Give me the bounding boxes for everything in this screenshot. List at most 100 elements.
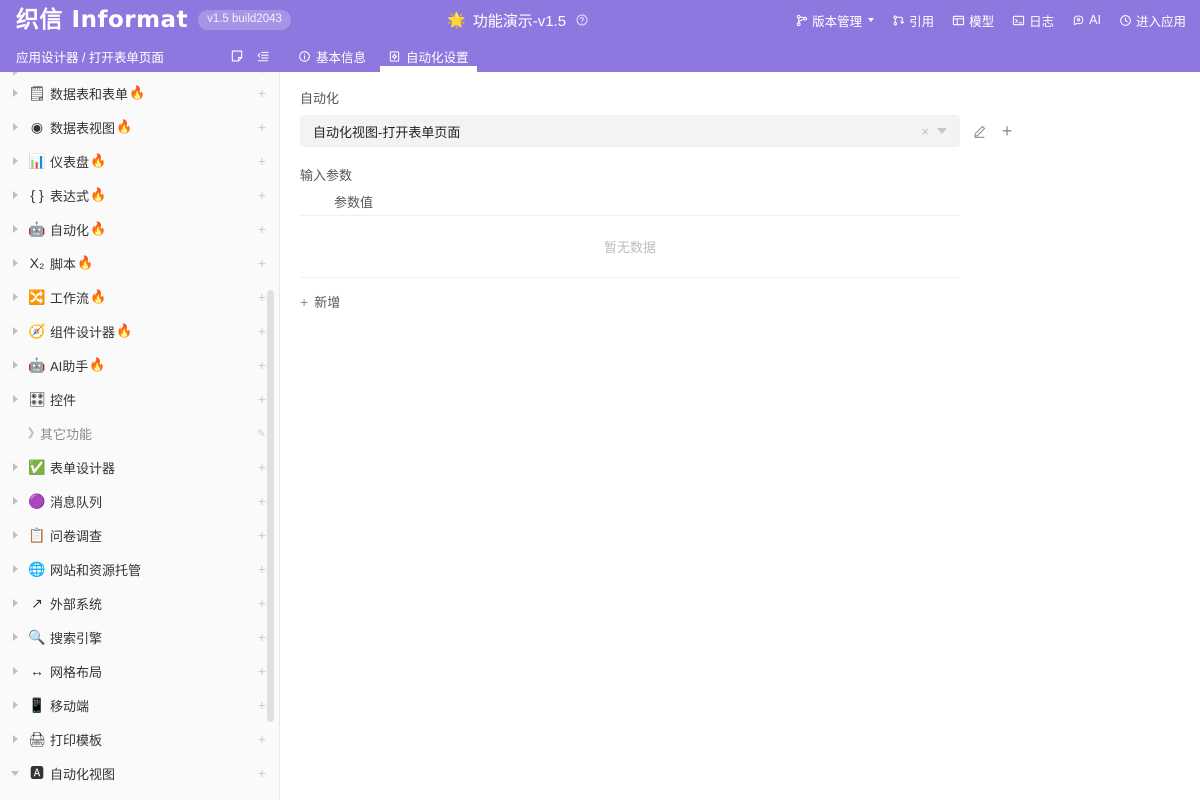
- automation-select[interactable]: 自动化视图-打开表单页面 ×: [300, 115, 960, 147]
- sidebar-item-icon: 🅰: [24, 766, 50, 780]
- reference-icon: [892, 14, 905, 27]
- chevron-right-icon[interactable]: [6, 565, 24, 573]
- chevron-down-icon[interactable]: [6, 771, 24, 776]
- sidebar-item-18[interactable]: ↔网格布局+: [0, 654, 280, 688]
- chevron-right-icon[interactable]: [6, 123, 24, 131]
- params-table-empty: 暂无数据: [300, 216, 960, 278]
- chevron-right-icon[interactable]: [6, 633, 24, 641]
- sidebar-item-8[interactable]: 🧭组件设计器🔥+: [0, 314, 280, 348]
- sidebar-item-icon: 🟣: [24, 494, 50, 508]
- sidebar-item-12[interactable]: ✅表单设计器+: [0, 450, 280, 484]
- sidebar-item-11[interactable]: ❯其它功能✎: [0, 416, 280, 450]
- sidebar-item-7[interactable]: 🔀工作流🔥+: [0, 280, 280, 314]
- plus-icon: +: [300, 295, 308, 309]
- sidebar-item-19[interactable]: 📱移动端+: [0, 688, 280, 722]
- sidebar-scrollbar[interactable]: [267, 72, 274, 800]
- sidebar-item-2[interactable]: ◉数据表视图🔥+: [0, 110, 280, 144]
- sidebar-item-16[interactable]: ↗外部系统+: [0, 586, 280, 620]
- add-automation-button[interactable]: +: [998, 122, 1016, 140]
- input-params-label: 输入参数: [300, 165, 1180, 184]
- sidebar-item-10[interactable]: 🎛控件+: [0, 382, 280, 416]
- chevron-right-icon[interactable]: [6, 191, 24, 199]
- chevron-right-icon[interactable]: [6, 531, 24, 539]
- sidebar-item-icon: ◉: [24, 120, 50, 134]
- topbar-item-reference[interactable]: 引用: [892, 11, 934, 30]
- breadcrumb-icons: [230, 49, 280, 63]
- sidebar-item-14[interactable]: 📋问卷调查+: [0, 518, 280, 552]
- sidebar-item-icon: 🎛: [24, 392, 50, 406]
- sidebar-list: 🔩控件+🗒数据表和表单🔥+◉数据表视图🔥+📊仪表盘🔥+{ }表达式🔥+🤖自动化🔥…: [0, 72, 280, 800]
- topbar-item-log[interactable]: 日志: [1012, 11, 1054, 30]
- sub-header-bar: 应用设计器 / 打开表单页面 基本信息: [0, 40, 1200, 72]
- pencil-icon: [972, 124, 987, 139]
- note-page-icon[interactable]: [230, 49, 244, 63]
- sidebar-item-3[interactable]: 📊仪表盘🔥+: [0, 144, 280, 178]
- chevron-right-icon[interactable]: [6, 361, 24, 369]
- sidebar-item-icon: 🤖: [24, 358, 50, 372]
- topbar-item-ai[interactable]: AI: [1072, 13, 1101, 27]
- tab-automation-settings[interactable]: 自动化设置: [386, 40, 471, 72]
- main-content: 自动化 自动化视图-打开表单页面 × + 输入参数 参数值 暂无数据 + 新增: [280, 72, 1200, 800]
- sidebar-item-9[interactable]: 🤖AI助手🔥+: [0, 348, 280, 382]
- automation-field-label: 自动化: [300, 88, 1180, 107]
- sidebar-item-label: 网站和资源托管: [50, 560, 258, 579]
- help-circle-icon[interactable]: [576, 14, 588, 26]
- log-icon: [1012, 14, 1025, 27]
- hot-flame-icon: 🔥: [90, 153, 106, 169]
- chevron-right-icon[interactable]: [6, 395, 24, 403]
- sidebar-item-label: 数据表和表单🔥: [50, 84, 258, 103]
- sidebar-item-4[interactable]: { }表达式🔥+: [0, 178, 280, 212]
- sidebar-item-20[interactable]: 🖨打印模板+: [0, 722, 280, 756]
- chevron-right-icon[interactable]: [6, 701, 24, 709]
- sidebar-item-15[interactable]: 🌐网站和资源托管+: [0, 552, 280, 586]
- hot-flame-icon: 🔥: [116, 119, 132, 135]
- sidebar-item-17[interactable]: 🔍搜索引擎+: [0, 620, 280, 654]
- hot-flame-icon: 🔥: [90, 289, 106, 305]
- chevron-right-icon[interactable]: [6, 157, 24, 165]
- sidebar-item-5[interactable]: 🤖自动化🔥+: [0, 212, 280, 246]
- sidebar-item-icon: 🤖: [24, 222, 50, 236]
- chevron-right-icon[interactable]: [6, 599, 24, 607]
- sidebar-item-icon: 📋: [24, 528, 50, 542]
- params-table-header: 参数值: [300, 188, 960, 216]
- topbar-item-model[interactable]: 模型: [952, 11, 994, 30]
- topbar-item-enter-app[interactable]: 进入应用: [1119, 11, 1186, 30]
- chevron-right-icon[interactable]: [6, 225, 24, 233]
- edit-automation-button[interactable]: [970, 122, 988, 140]
- sidebar-item-21[interactable]: 🅰自动化视图+: [0, 756, 280, 790]
- topbar-item-label: 进入应用: [1136, 11, 1186, 30]
- tab-label: 基本信息: [316, 47, 366, 66]
- chevron-right-icon[interactable]: [6, 89, 24, 97]
- chevron-right-icon[interactable]: [6, 667, 24, 675]
- sidebar-item-6[interactable]: X₂脚本🔥+: [0, 246, 280, 280]
- topbar-actions: 版本管理 引用 模型 日志: [795, 11, 1200, 30]
- sidebar-item-icon: ↗: [24, 596, 50, 610]
- chevron-right-icon[interactable]: [6, 293, 24, 301]
- sidebar-item-label: 表单设计器: [50, 458, 258, 477]
- breadcrumb: 应用设计器 / 打开表单页面: [16, 47, 164, 66]
- sidebar-item-13[interactable]: 🟣消息队列+: [0, 484, 280, 518]
- chevron-right-icon[interactable]: [6, 259, 24, 267]
- chevron-right-icon[interactable]: [6, 497, 24, 505]
- topbar-item-version-manage[interactable]: 版本管理: [795, 11, 874, 30]
- sidebar-item-label: 仪表盘🔥: [50, 152, 258, 171]
- tab-basic-info[interactable]: 基本信息: [296, 40, 368, 72]
- chevron-right-icon[interactable]: [6, 463, 24, 471]
- sidebar-item-icon: 🌐: [24, 562, 50, 576]
- topbar-item-label: 引用: [909, 11, 934, 30]
- sidebar-scrollbar-thumb[interactable]: [267, 290, 274, 722]
- chevron-right-icon[interactable]: [6, 327, 24, 335]
- chevron-down-icon[interactable]: [868, 18, 874, 22]
- sidebar-item-icon: { }: [24, 188, 50, 202]
- chevron-down-icon[interactable]: [937, 128, 947, 134]
- clear-icon[interactable]: ×: [913, 125, 937, 138]
- automation-select-value: 自动化视图-打开表单页面: [313, 122, 913, 141]
- empty-text: 暂无数据: [604, 237, 656, 256]
- sidebar-item-label: 数据表视图🔥: [50, 118, 258, 137]
- sidebar-item-1[interactable]: 🗒数据表和表单🔥+: [0, 76, 280, 110]
- hot-flame-icon: 🔥: [129, 85, 145, 101]
- add-param-button[interactable]: + 新增: [300, 292, 340, 311]
- chevron-right-icon[interactable]: ❯: [22, 428, 40, 439]
- indent-list-icon[interactable]: [256, 49, 270, 63]
- chevron-right-icon[interactable]: [6, 735, 24, 743]
